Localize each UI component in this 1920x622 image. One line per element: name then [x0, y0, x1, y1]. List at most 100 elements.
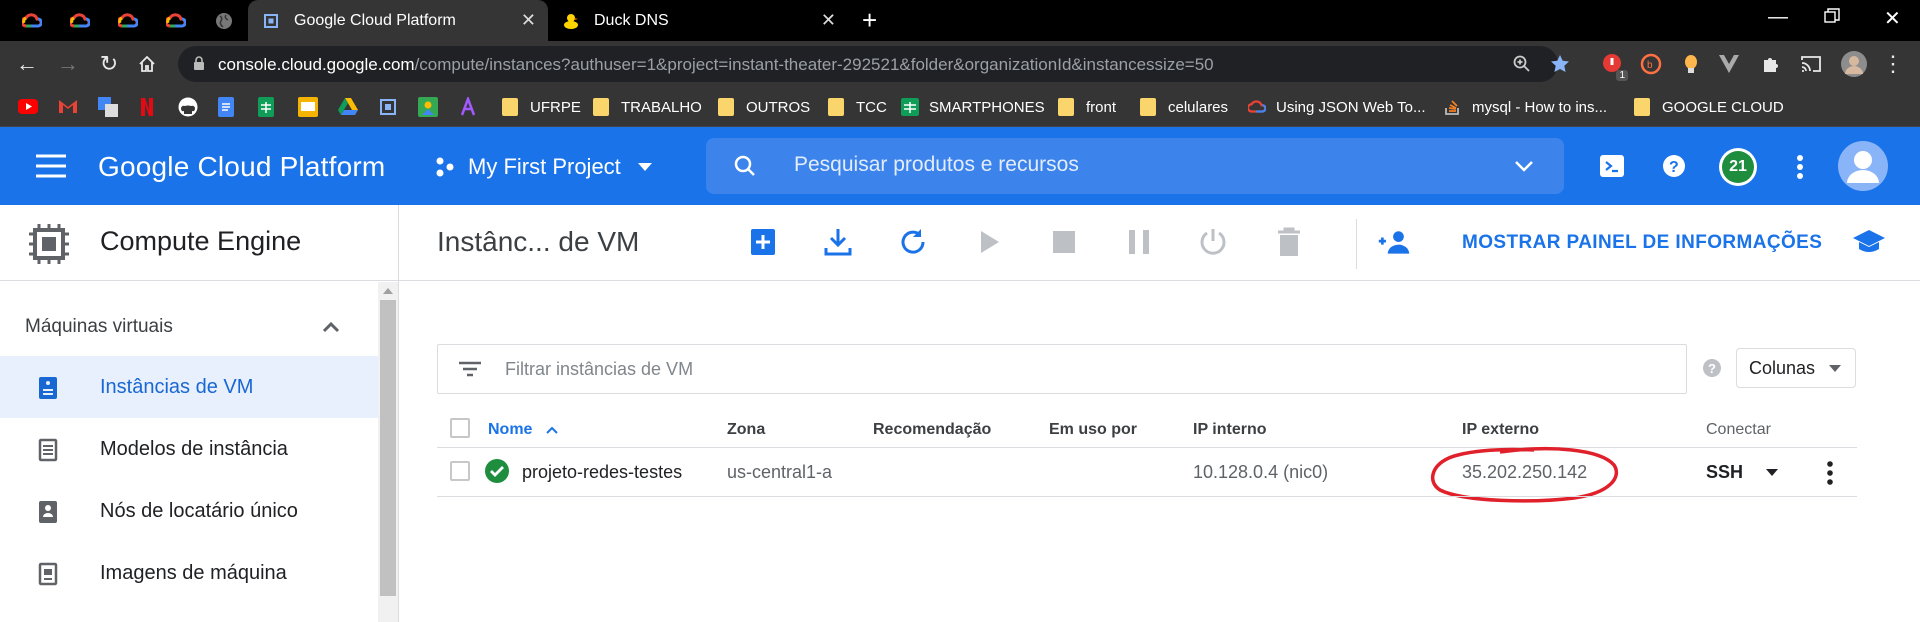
restore-icon[interactable] — [1824, 8, 1840, 24]
learn-icon[interactable] — [1852, 225, 1886, 259]
internal-nic-link[interactable]: nic0 — [1289, 462, 1322, 482]
notifications-badge[interactable]: 21 — [1719, 148, 1757, 186]
lock-icon — [194, 56, 204, 70]
forward-icon[interactable]: → — [55, 51, 81, 77]
pinned-tab-gcp-3[interactable] — [104, 0, 152, 41]
search-bar[interactable]: Pesquisar produtos e recursos — [706, 138, 1564, 194]
column-header-in-use-by[interactable]: Em uso por — [1049, 421, 1137, 439]
drive-icon[interactable] — [338, 97, 358, 115]
gcp-brand[interactable]: Google Cloud Platform — [98, 151, 385, 183]
bookmark-tcc[interactable]: TCC — [828, 95, 887, 119]
select-all-checkbox[interactable] — [450, 418, 470, 438]
new-tab-icon[interactable]: + — [862, 5, 877, 36]
help-circle-icon[interactable]: ? — [1702, 358, 1722, 378]
sidebar-item-sole-tenant-nodes[interactable]: Nós de locatário único — [0, 480, 378, 542]
refresh-icon[interactable] — [896, 225, 930, 259]
maps-icon[interactable] — [418, 97, 438, 117]
pinned-tab-gcp-2[interactable] — [56, 0, 104, 41]
sidebar-item-label: Imagens de máquina — [100, 561, 287, 584]
create-instance-icon[interactable] — [746, 225, 780, 259]
account-avatar-icon[interactable] — [1838, 141, 1888, 191]
ssh-button[interactable]: SSH — [1706, 462, 1743, 483]
column-header-zone[interactable]: Zona — [727, 421, 765, 439]
delete-icon[interactable] — [1272, 225, 1306, 259]
sidebar-item-machine-images[interactable]: Imagens de máquina — [0, 542, 378, 604]
pinned-tab-globe[interactable] — [200, 0, 248, 41]
bookmark-smartphones[interactable]: SMARTPHONES — [901, 95, 1045, 119]
add-member-icon[interactable] — [1377, 225, 1411, 259]
close-window-icon[interactable]: ✕ — [1884, 6, 1901, 31]
scrollbar-thumb[interactable] — [380, 300, 396, 596]
hamburger-menu-icon[interactable] — [36, 154, 66, 178]
slides-icon[interactable] — [298, 97, 318, 117]
more-vert-icon[interactable] — [1796, 154, 1804, 180]
close-tab-icon[interactable]: ✕ — [821, 10, 836, 31]
sidebar-scrollbar[interactable] — [378, 282, 398, 622]
google-cloud-icon — [118, 12, 138, 27]
address-bar[interactable]: console.cloud.google.com/compute/instanc… — [178, 46, 1569, 82]
cast-icon[interactable] — [1800, 53, 1822, 75]
columns-button[interactable]: Colunas — [1736, 348, 1856, 388]
home-icon[interactable] — [134, 51, 160, 77]
bookmark-ufrpe[interactable]: UFRPE — [502, 95, 581, 119]
pause-icon[interactable] — [1122, 225, 1156, 259]
profile-avatar[interactable] — [1840, 50, 1868, 78]
minimize-icon[interactable]: — — [1768, 6, 1788, 29]
filter-input[interactable]: Filtrar instâncias de VM — [437, 344, 1687, 394]
stop-icon[interactable] — [1047, 225, 1081, 259]
help-icon[interactable]: ? — [1662, 154, 1686, 178]
project-selector[interactable]: My First Project — [434, 154, 653, 180]
bookmark-mysql[interactable]: mysql - How to ins... — [1444, 95, 1607, 119]
show-info-panel-button[interactable]: MOSTRAR PAINEL DE INFORMAÇÕES — [1462, 232, 1822, 254]
reload-icon[interactable]: ↻ — [96, 51, 122, 77]
browser-menu-icon[interactable]: ⋮ — [1880, 51, 1906, 77]
compute-chip-icon[interactable] — [378, 97, 398, 117]
close-tab-icon[interactable]: ✕ — [521, 10, 536, 31]
back-icon[interactable]: ← — [14, 51, 40, 77]
extension-red-icon[interactable]: 1 — [1602, 53, 1628, 81]
sidebar-item-instance-templates[interactable]: Modelos de instância — [0, 418, 378, 480]
bookmark-google-cloud[interactable]: GOOGLE CLOUD — [1634, 95, 1784, 119]
notifications-count: 21 — [1722, 151, 1754, 183]
row-more-vert-icon[interactable] — [1826, 461, 1834, 485]
column-header-recommendation[interactable]: Recomendação — [873, 421, 991, 439]
vm-instance-icon — [39, 377, 57, 399]
cloud-shell-icon[interactable] — [1600, 155, 1624, 177]
sidebar-divider — [398, 205, 399, 622]
instance-name-link[interactable]: projeto-redes-testes — [522, 462, 682, 483]
start-icon[interactable] — [972, 225, 1006, 259]
browser-toolbar: ← → ↻ console.cloud.google.com/compute/i… — [0, 41, 1920, 87]
bookmark-trabalho[interactable]: TRABALHO — [593, 95, 702, 119]
import-vm-icon[interactable] — [821, 225, 855, 259]
chevron-up-icon[interactable] — [322, 321, 340, 333]
bookmark-outros[interactable]: OUTROS — [718, 95, 810, 119]
translate-icon[interactable] — [98, 97, 118, 117]
bookmark-using-json[interactable]: Using JSON Web To... — [1248, 95, 1426, 119]
extension-vue-icon[interactable] — [1718, 53, 1740, 75]
sidebar-item-vm-instances[interactable]: Instâncias de VM — [0, 356, 378, 418]
row-checkbox[interactable] — [450, 461, 470, 481]
scroll-up-arrow-icon[interactable] — [383, 288, 393, 294]
youtube-icon[interactable] — [18, 99, 38, 114]
column-header-external-ip[interactable]: IP externo — [1462, 421, 1539, 439]
pinned-tab-gcp-1[interactable] — [8, 0, 56, 41]
extension-bulb-icon[interactable] — [1680, 53, 1702, 75]
column-header-internal-ip[interactable]: IP interno — [1193, 421, 1267, 439]
pinned-tab-gcp-4[interactable] — [152, 0, 200, 41]
netflix-icon[interactable] — [140, 97, 154, 117]
gmail-icon[interactable] — [58, 99, 78, 114]
sidebar-section-title[interactable]: Máquinas virtuais — [25, 316, 173, 338]
ssh-options-caret-icon[interactable] — [1766, 469, 1778, 477]
sheets-icon[interactable] — [258, 97, 274, 117]
extension-orange-icon[interactable]: b — [1640, 53, 1662, 75]
column-header-name[interactable]: Nome — [488, 421, 559, 439]
tab-duck-dns[interactable]: Duck DNS ✕ — [548, 0, 848, 41]
bookmark-front[interactable]: front — [1058, 95, 1116, 119]
tab-google-cloud-platform[interactable]: Google Cloud Platform ✕ — [248, 0, 548, 41]
figma-icon[interactable] — [458, 97, 478, 117]
docs-icon[interactable] — [218, 97, 234, 117]
bookmark-celulares[interactable]: celulares — [1140, 95, 1228, 119]
extensions-puzzle-icon[interactable] — [1760, 53, 1782, 75]
reset-icon[interactable] — [1196, 225, 1230, 259]
github-icon[interactable] — [178, 97, 198, 117]
